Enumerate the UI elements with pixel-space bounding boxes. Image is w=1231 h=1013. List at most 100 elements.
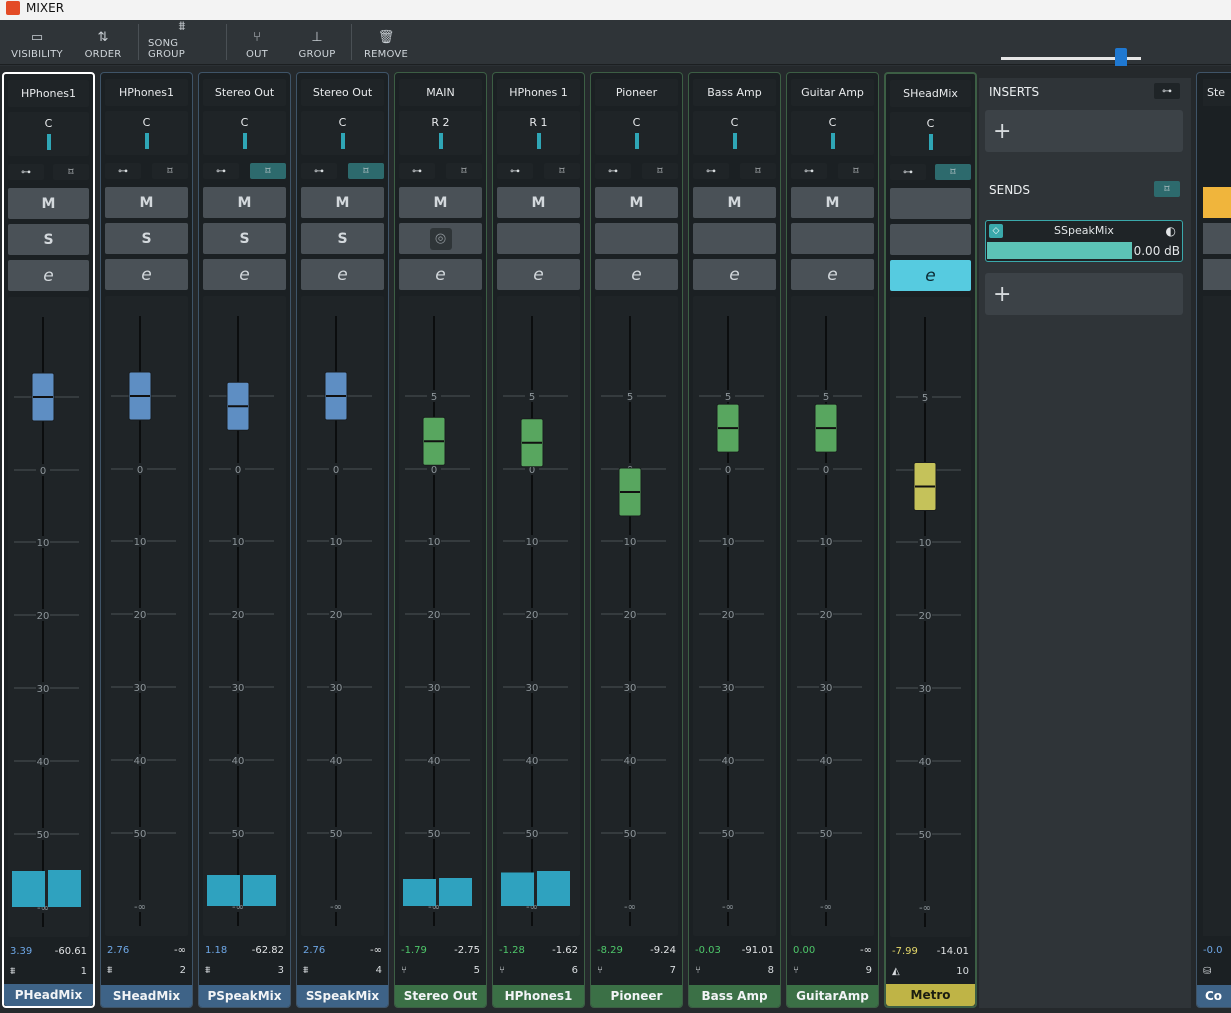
sends-toggle-button[interactable]: ⌑ xyxy=(1154,181,1180,197)
partial-channel-strip[interactable]: Ste -0.0 ⛁ Co xyxy=(1196,72,1231,1008)
channel-strip[interactable]: Bass Amp C ⊶ ⌑ Me 5 0 10 20 30 40 50 -∞ -0.03 -91.01 ⑂ 8… xyxy=(688,72,781,1008)
song-group-button[interactable]: ⩩ SONG GROUP xyxy=(148,20,216,64)
add-send-button[interactable]: + xyxy=(985,273,1183,315)
output-selector[interactable]: MAIN xyxy=(399,79,482,106)
channel-label[interactable]: PHeadMix xyxy=(4,984,93,1006)
fader-area[interactable]: 501020304050-∞ xyxy=(791,296,874,936)
monitor-button[interactable]: ⌑ xyxy=(53,164,89,180)
channel-label[interactable]: GuitarAmp xyxy=(787,985,878,1007)
output-selector[interactable]: Guitar Amp xyxy=(791,79,874,106)
out-button[interactable]: ⑂ OUT xyxy=(238,20,276,64)
send-level-bar[interactable] xyxy=(987,242,1132,259)
monitor-button[interactable]: ⌑ xyxy=(740,163,776,179)
solo-button[interactable]: S xyxy=(203,223,286,254)
partial-solo-button[interactable] xyxy=(1203,223,1231,254)
channel-label[interactable]: Bass Amp xyxy=(689,985,780,1007)
edit-button[interactable]: e xyxy=(693,259,776,290)
channel-strip[interactable]: MAIN R 2 ⊶ ⌑ M ◎ e 5 0 10 20 30 40 50 -∞ -1.79 -2.75 ⑂ 5 St… xyxy=(394,72,487,1008)
mute-button[interactable]: M xyxy=(203,187,286,218)
mute-button[interactable]: M xyxy=(693,187,776,218)
monitor-button[interactable]: ⌑ xyxy=(152,163,188,179)
channel-label[interactable]: Pioneer xyxy=(591,985,682,1007)
monitor-button[interactable]: ⌑ xyxy=(642,163,678,179)
solo-button[interactable] xyxy=(497,223,580,254)
inserts-toggle-button[interactable]: ⊶ xyxy=(1154,83,1180,99)
mute-button[interactable]: M xyxy=(8,188,89,219)
output-selector[interactable]: Stereo Out xyxy=(203,79,286,106)
channel-strip[interactable]: Stereo OutC⊶⌑MSe501020304050-∞2.76-∞⩩4SS… xyxy=(296,72,389,1008)
monitor-button[interactable]: ⌑ xyxy=(935,164,971,180)
link-button[interactable]: ⊶ xyxy=(203,163,239,179)
link-button[interactable]: ⊶ xyxy=(399,163,435,179)
fader-area[interactable]: 501020304050-∞ xyxy=(203,296,286,936)
link-button[interactable]: ⊶ xyxy=(497,163,533,179)
solo-button[interactable] xyxy=(791,223,874,254)
mute-button[interactable]: M xyxy=(105,187,188,218)
pan-control[interactable]: C xyxy=(890,112,971,156)
pan-control[interactable]: C xyxy=(8,112,89,156)
link-button[interactable]: ⊶ xyxy=(301,163,337,179)
channel-strip[interactable]: Guitar Amp C ⊶ ⌑ Me 5 0 10 20 30 40 50 -∞ 0.00 -∞ ⑂ 9 Gui… xyxy=(786,72,879,1008)
link-button[interactable]: ⊶ xyxy=(8,164,44,180)
fader-area[interactable]: 501020304050-∞ xyxy=(890,297,971,937)
channel-strip[interactable]: Stereo OutC⊶⌑MSe501020304050-∞1.18-62.82… xyxy=(198,72,291,1008)
edit-button[interactable]: e xyxy=(791,259,874,290)
output-selector[interactable]: Bass Amp xyxy=(693,79,776,106)
solo-button[interactable]: S xyxy=(105,223,188,254)
visibility-button[interactable]: ▭ VISIBILITY xyxy=(6,20,68,64)
channel-label[interactable]: SHeadMix xyxy=(101,985,192,1007)
pan-control[interactable]: C xyxy=(595,111,678,155)
fader-area[interactable]: 501020304050-∞ xyxy=(595,296,678,936)
link-button[interactable]: ⊶ xyxy=(693,163,729,179)
output-selector[interactable]: Stereo Out xyxy=(301,79,384,106)
solo-button[interactable] xyxy=(890,224,971,255)
channel-strip[interactable]: HPhones1C⊶⌑MSe501020304050-∞2.76-∞⩩2SHea… xyxy=(100,72,193,1008)
link-button[interactable]: ⊶ xyxy=(890,164,926,180)
pan-control[interactable]: C xyxy=(105,111,188,155)
partial-mute-button[interactable] xyxy=(1203,187,1231,218)
monitor-button[interactable]: ⌑ xyxy=(544,163,580,179)
edit-button[interactable]: e xyxy=(301,259,384,290)
edit-button[interactable]: e xyxy=(890,260,971,291)
mute-button[interactable]: M xyxy=(301,187,384,218)
pan-control[interactable]: C xyxy=(203,111,286,155)
edit-button[interactable]: e xyxy=(203,259,286,290)
fader-area[interactable]: 501020304050-∞ xyxy=(301,296,384,936)
add-insert-button[interactable]: + xyxy=(985,110,1183,152)
edit-button[interactable]: e xyxy=(8,260,89,291)
link-button[interactable]: ⊶ xyxy=(105,163,141,179)
channel-label[interactable]: PSpeakMix xyxy=(199,985,290,1007)
pan-control[interactable]: C xyxy=(693,111,776,155)
channel-label[interactable]: Metro xyxy=(886,984,975,1006)
mute-button[interactable]: M xyxy=(595,187,678,218)
link-button[interactable]: ⊶ xyxy=(791,163,827,179)
fader-area[interactable]: 501020304050-∞ xyxy=(497,296,580,936)
output-selector[interactable]: HPhones1 xyxy=(8,80,89,107)
order-button[interactable]: ⇅ ORDER xyxy=(80,20,126,64)
channel-strip[interactable]: HPhones1C⊶⌑MSe501020304050-∞3.39-60.61⩩1… xyxy=(2,72,95,1008)
mute-button[interactable]: M xyxy=(497,187,580,218)
monitor-button[interactable]: ⌑ xyxy=(446,163,482,179)
fader-area[interactable]: 501020304050-∞ xyxy=(8,297,89,937)
channel-strip[interactable]: PioneerC⊶⌑Me501020304050-∞-8.29-9.24⑂7Pi… xyxy=(590,72,683,1008)
monitor-button[interactable]: ⌑ xyxy=(250,163,286,179)
output-selector[interactable]: HPhones1 xyxy=(105,79,188,106)
remove-button[interactable]: 🗑 REMOVE xyxy=(362,20,410,64)
monitor-button[interactable]: ⌑ xyxy=(838,163,874,179)
send-pan-icon[interactable]: ◐ xyxy=(1166,224,1176,238)
edit-button[interactable]: e xyxy=(595,259,678,290)
link-button[interactable]: ⊶ xyxy=(595,163,631,179)
pan-control[interactable]: R 2 xyxy=(399,111,482,155)
mute-button[interactable] xyxy=(890,188,971,219)
output-selector[interactable]: Pioneer xyxy=(595,79,678,106)
channel-strip[interactable]: SHeadMixC⊶⌑e501020304050-∞-7.99-14.01◭10… xyxy=(884,72,977,1008)
send-slot[interactable]: ◇ SSpeakMix ◐ 0.00 dB xyxy=(985,220,1183,262)
mute-button[interactable]: M xyxy=(399,187,482,218)
partial-fader-area[interactable] xyxy=(1203,296,1231,936)
partial-edit-button[interactable] xyxy=(1203,259,1231,290)
input-monitor-button[interactable]: ◎ xyxy=(399,223,482,254)
output-selector[interactable]: SHeadMix xyxy=(890,80,971,107)
fader-area[interactable]: 501020304050-∞ xyxy=(105,296,188,936)
pan-control[interactable]: C xyxy=(301,111,384,155)
pan-control[interactable]: R 1 xyxy=(497,111,580,155)
